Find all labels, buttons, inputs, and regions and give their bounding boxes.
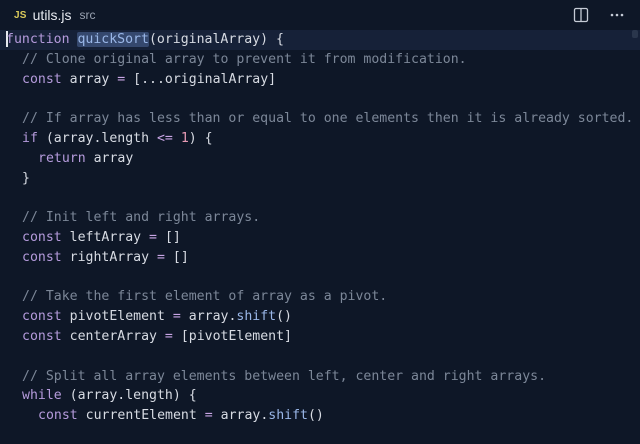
- comment: // Split all array elements between left…: [22, 368, 547, 384]
- code-line-10[interactable]: // Init left and right arrays.: [0, 208, 640, 228]
- editor-tab-bar: JS utils.js src: [0, 0, 640, 30]
- code-line-7[interactable]: return array: [0, 149, 640, 169]
- code-editor: JS utils.js src function quickSort(origi…: [0, 0, 640, 444]
- code-text: [pivotElement]: [172, 328, 292, 344]
- code-text: (): [276, 309, 292, 325]
- operator: =: [172, 309, 181, 325]
- code-text: (originalArray) {: [148, 32, 284, 47]
- keyword: const: [38, 408, 78, 424]
- code-text: array: [61, 71, 118, 87]
- keyword: const: [22, 249, 62, 265]
- tab-utils-js[interactable]: JS utils.js src: [14, 0, 96, 30]
- comment: // Init left and right arrays.: [22, 210, 261, 226]
- code-text: leftArray: [61, 229, 150, 245]
- keyword: const: [22, 309, 62, 325]
- more-actions-icon[interactable]: [608, 6, 626, 24]
- code-line-2[interactable]: // Clone original array to prevent it fr…: [0, 50, 640, 70]
- code-text: (array.length) {: [61, 388, 197, 404]
- keyword: return: [38, 150, 86, 166]
- code-line-14[interactable]: // Take the first element of array as a …: [0, 287, 640, 307]
- comment: // If array has less than or equal to on…: [22, 111, 634, 127]
- code-line-15[interactable]: const pivotElement = array.shift(): [0, 307, 640, 327]
- keyword: const: [22, 328, 62, 344]
- operator: =: [164, 328, 173, 344]
- method-name: shift: [268, 408, 308, 424]
- comment: // Clone original array to prevent it fr…: [22, 51, 467, 67]
- code-line-20[interactable]: const currentElement = array.shift(): [0, 406, 640, 426]
- code-line-8[interactable]: }: [0, 169, 640, 189]
- keyword: const: [22, 229, 62, 245]
- code-text: rightArray: [61, 249, 157, 265]
- code-line-16[interactable]: const centerArray = [pivotElement]: [0, 327, 640, 347]
- code-line-1[interactable]: function quickSort(originalArray) {: [0, 30, 640, 50]
- code-line-17[interactable]: [0, 347, 640, 367]
- scrollbar-thumb[interactable]: [632, 30, 638, 38]
- code-text: pivotElement: [61, 309, 173, 325]
- operator: =: [204, 408, 213, 424]
- code-text: []: [164, 249, 189, 265]
- code-line-5[interactable]: // If array has less than or equal to on…: [0, 109, 640, 129]
- operator: =: [156, 249, 165, 265]
- operator: =: [149, 229, 157, 245]
- operator: <=: [156, 130, 173, 146]
- code-line-18[interactable]: // Split all array elements between left…: [0, 367, 640, 387]
- code-text: }: [22, 170, 30, 186]
- code-line-3[interactable]: const array = [...originalArray]: [0, 70, 640, 90]
- keyword: if: [22, 130, 38, 146]
- split-editor-icon[interactable]: [572, 6, 590, 24]
- code-text: currentElement: [77, 408, 205, 424]
- code-line-19[interactable]: while (array.length) {: [0, 386, 640, 406]
- function-name: quickSort: [77, 32, 149, 47]
- number-literal: 1: [180, 130, 189, 146]
- code-text: [...originalArray]: [125, 71, 277, 87]
- code-text: (): [307, 408, 324, 424]
- code-line-4[interactable]: [0, 89, 640, 109]
- keyword: function: [6, 32, 70, 47]
- code-text: (array.length: [37, 130, 157, 146]
- method-name: shift: [236, 309, 277, 325]
- code-text: ) {: [188, 130, 213, 146]
- code-text: array.: [212, 408, 269, 424]
- code-line-6[interactable]: if (array.length <= 1) {: [0, 129, 640, 149]
- code-text: array: [85, 150, 134, 166]
- code-line-13[interactable]: [0, 268, 640, 288]
- javascript-file-icon: JS: [14, 9, 27, 21]
- code-text: array.: [180, 309, 237, 325]
- code-line-9[interactable]: [0, 188, 640, 208]
- keyword: const: [22, 71, 62, 87]
- code-text: centerArray: [61, 328, 165, 344]
- comment: // Take the first element of array as a …: [22, 289, 388, 305]
- tab-folder-name: src: [79, 8, 96, 22]
- editor-actions: [572, 0, 626, 30]
- keyword: while: [22, 388, 62, 404]
- code-area[interactable]: function quickSort(originalArray) { // C…: [0, 30, 640, 444]
- code-line-12[interactable]: const rightArray = []: [0, 248, 640, 268]
- code-line-11[interactable]: const leftArray = []: [0, 228, 640, 248]
- tab-file-name: utils.js: [32, 7, 72, 23]
- code-text: []: [157, 229, 181, 245]
